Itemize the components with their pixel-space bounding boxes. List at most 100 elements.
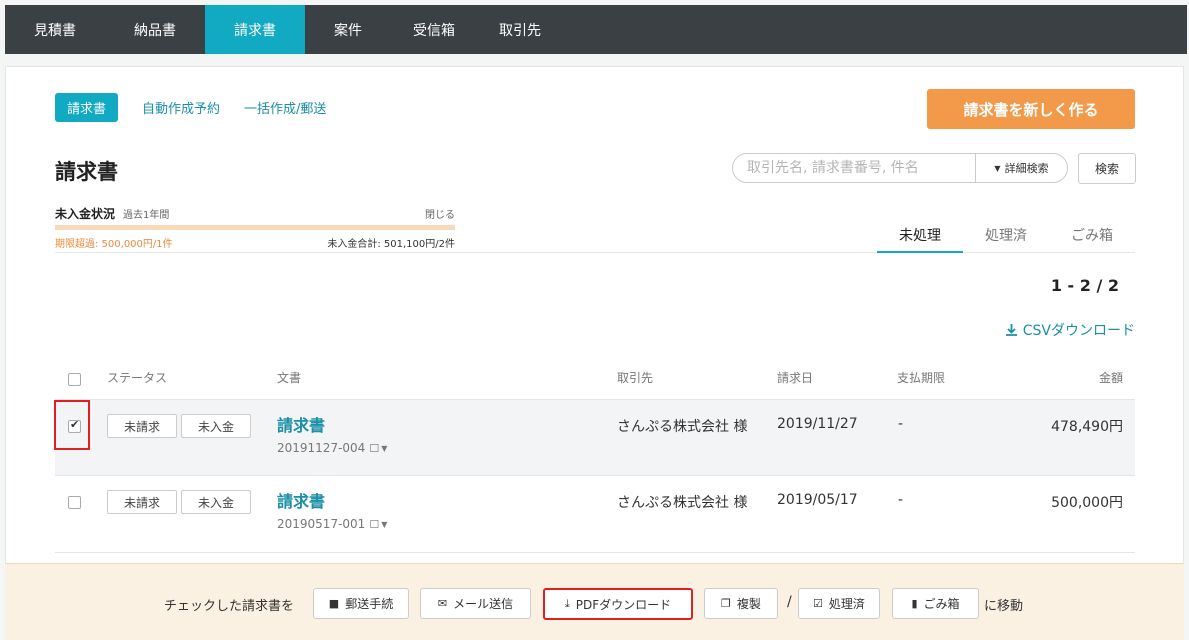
select-all-checkbox[interactable] — [68, 373, 81, 386]
download-icon: ⤓ — [564, 597, 570, 610]
separator: / — [787, 594, 792, 610]
column-header-invoice-date: 請求日 — [777, 371, 814, 385]
document-number-text: 20190517-001 — [277, 517, 366, 531]
nav-item-label: 受信箱 — [413, 22, 455, 39]
csv-download-link[interactable]: CSVダウンロード — [1005, 320, 1135, 340]
due-date: - — [898, 492, 904, 508]
unpaid-total: 未入金合計: 501,100円/2件 — [327, 239, 455, 250]
copy-icon: ❐ — [721, 597, 731, 610]
invoice-date: 2019/05/17 — [777, 492, 858, 508]
email-send-button[interactable]: ✉ メール送信 — [420, 588, 531, 619]
pdf-download-button[interactable]: ⤓ PDFダウンロード — [543, 588, 693, 620]
create-invoice-label: 請求書を新しく作る — [963, 100, 1099, 119]
row-checkbox[interactable] — [68, 496, 81, 509]
tab-processed[interactable]: 処理済 — [963, 225, 1049, 253]
document-title-link[interactable]: 請求書 — [277, 412, 325, 436]
tab-trash[interactable]: ごみ箱 — [1049, 225, 1135, 253]
advanced-search-label: 詳細検索 — [1004, 162, 1049, 175]
nav-item-label: 取引先 — [499, 22, 541, 39]
sub-navigation: 請求書 自動作成予約 一括作成/郵送 — [55, 93, 350, 122]
bulk-action-bar: チェックした請求書を ■ 郵送手続 ✉ メール送信 ⤓ PDFダウンロード ❐ … — [5, 563, 1184, 640]
search-button[interactable]: 検索 — [1078, 153, 1136, 184]
client-name: さんぷる株式会社 様 — [617, 495, 748, 511]
nav-item-label: 納品書 — [134, 22, 176, 39]
document-number-text: 20191127-004 — [277, 441, 366, 455]
duplicate-label: 複製 — [736, 597, 761, 611]
page-title: 請求書 — [55, 160, 118, 184]
mark-processed-label: 処理済 — [828, 597, 865, 611]
highlight-box — [54, 400, 90, 450]
status-badge-unpaid: 未入金 — [181, 414, 251, 438]
column-header-status: ステータス — [107, 371, 168, 385]
move-to-trash-button[interactable]: ▮ ごみ箱 — [892, 588, 979, 619]
top-navigation: 見積書 納品書 請求書 案件 受信箱 取引先 — [5, 5, 1187, 54]
due-date: - — [898, 416, 904, 432]
nav-item-inbox[interactable]: 受信箱 — [391, 5, 477, 54]
nav-item-quotes[interactable]: 見積書 — [5, 5, 105, 54]
truck-icon: ■ — [328, 597, 340, 610]
mark-processed-button[interactable]: ☑ 処理済 — [798, 588, 880, 619]
search-button-label: 検索 — [1094, 162, 1119, 176]
column-header-document: 文書 — [277, 371, 302, 385]
document-title-link[interactable]: 請求書 — [277, 488, 325, 512]
status-badge-unbilled: 未請求 — [107, 414, 177, 438]
unpaid-period: 過去1年間 — [123, 210, 170, 221]
tab-unprocessed[interactable]: 未処理 — [877, 225, 963, 253]
overdue-amount: 期限超過: 500,000円/1件 — [55, 239, 173, 250]
bulk-action-label: チェックした請求書を — [164, 599, 295, 614]
column-header-due-date: 支払期限 — [897, 371, 946, 385]
status-badge-unbilled: 未請求 — [107, 490, 177, 514]
caret-down-icon[interactable]: ▼ — [381, 444, 387, 453]
column-header-amount: 金額 — [1099, 371, 1124, 385]
column-header-client: 取引先 — [617, 371, 654, 385]
invoice-date: 2019/11/27 — [777, 416, 858, 432]
table-row[interactable]: 未請求 未入金 請求書 20191127-004 ☐ ▼ さんぷる株式会社 様 … — [55, 399, 1135, 476]
move-label: に移動 — [984, 599, 1024, 614]
download-icon — [1005, 324, 1017, 336]
envelope-icon: ✉ — [437, 597, 448, 610]
duplicate-button[interactable]: ❐ 複製 — [704, 588, 778, 619]
nav-item-label: 見積書 — [34, 22, 76, 39]
pdf-download-label: PDFダウンロード — [575, 597, 672, 612]
main-panel: 請求書 自動作成予約 一括作成/郵送 請求書を新しく作る 請求書 ▼ 詳細検索 … — [5, 66, 1184, 640]
document-number: 20191127-004 ☐ ▼ — [277, 441, 387, 455]
mail-post-button[interactable]: ■ 郵送手続 — [313, 588, 409, 619]
comment-icon[interactable]: ☐ — [369, 442, 379, 455]
client-name: さんぷる株式会社 様 — [617, 419, 748, 435]
nav-item-label: 請求書 — [234, 22, 276, 39]
caret-down-icon: ▼ — [994, 163, 1001, 173]
nav-item-delivery[interactable]: 納品書 — [105, 5, 205, 54]
subtab-bulk-create[interactable]: 一括作成/郵送 — [244, 98, 326, 117]
nav-item-projects[interactable]: 案件 — [305, 5, 391, 54]
tab-label: 未処理 — [899, 228, 941, 244]
subtab-auto-schedule[interactable]: 自動作成予約 — [142, 98, 220, 117]
tab-label: ごみ箱 — [1071, 228, 1113, 244]
caret-down-icon[interactable]: ▼ — [381, 520, 387, 529]
comment-icon[interactable]: ☐ — [369, 518, 379, 531]
subtab-invoices[interactable]: 請求書 — [55, 93, 119, 122]
search-input[interactable] — [733, 154, 975, 182]
nav-item-clients[interactable]: 取引先 — [477, 5, 563, 54]
status-badge-unpaid: 未入金 — [181, 490, 251, 514]
create-invoice-button[interactable]: 請求書を新しく作る — [927, 89, 1135, 129]
table-row[interactable]: 未請求 未入金 請求書 20190517-001 ☐ ▼ さんぷる株式会社 様 … — [55, 476, 1135, 553]
tab-label: 処理済 — [985, 228, 1027, 244]
nav-item-label: 案件 — [334, 22, 362, 39]
advanced-search-toggle[interactable]: ▼ 詳細検索 — [975, 154, 1067, 182]
move-to-trash-label: ごみ箱 — [923, 597, 960, 611]
nav-item-invoices[interactable]: 請求書 — [205, 5, 305, 54]
unpaid-title: 未入金状況 — [55, 207, 116, 221]
unpaid-close-link[interactable]: 閉じる — [425, 206, 455, 221]
search-box: ▼ 詳細検索 — [732, 153, 1068, 183]
document-number: 20190517-001 ☐ ▼ — [277, 517, 387, 531]
check-square-icon: ☑ — [813, 597, 823, 610]
unpaid-progress-bar — [55, 225, 455, 230]
csv-download-label: CSVダウンロード — [1022, 323, 1135, 339]
trash-icon: ▮ — [911, 597, 918, 610]
amount: 478,490円 — [1051, 419, 1123, 435]
unpaid-summary: 未入金状況 過去1年間 閉じる 期限超過: 500,000円/1件 未入金合計:… — [55, 205, 455, 250]
amount: 500,000円 — [1051, 495, 1123, 511]
email-send-label: メール送信 — [453, 597, 514, 611]
pagination-count: 1 - 2 / 2 — [1050, 276, 1119, 295]
mail-post-label: 郵送手続 — [345, 597, 394, 611]
